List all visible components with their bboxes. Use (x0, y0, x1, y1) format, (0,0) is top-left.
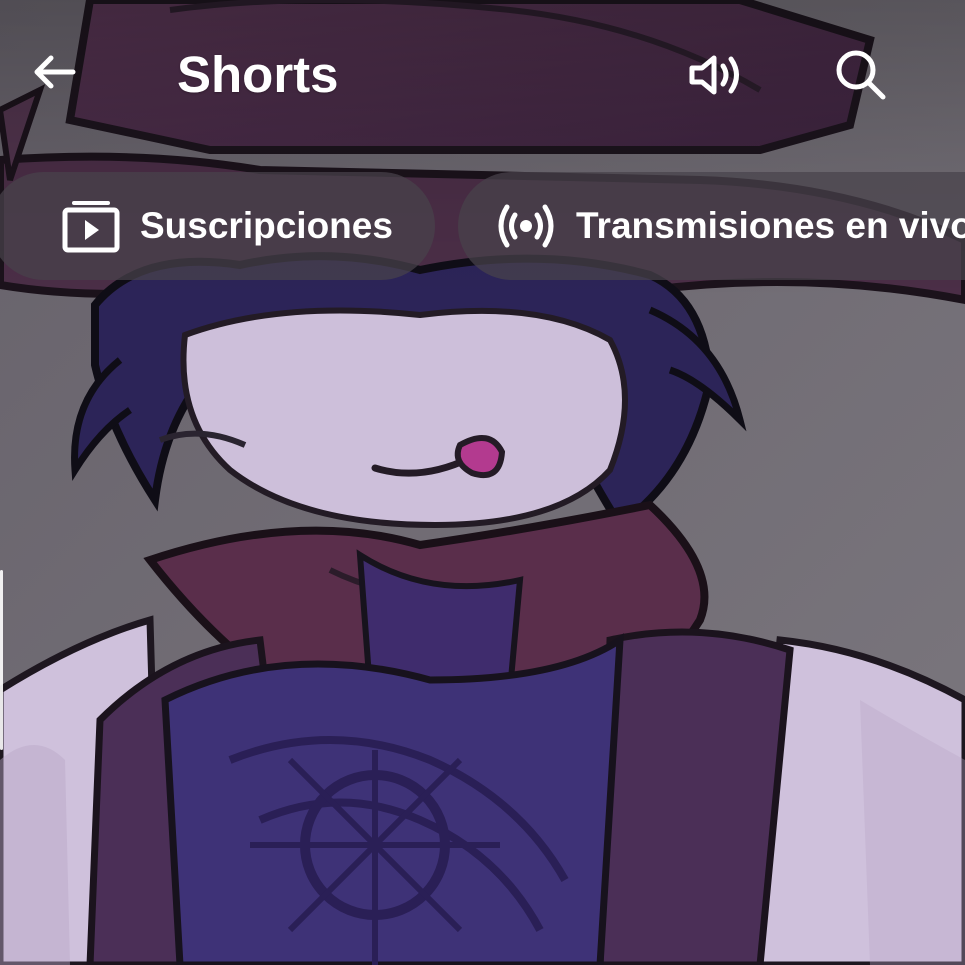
shorts-top-bar: Shorts (0, 0, 965, 150)
shorts-player-screen[interactable]: Shorts Suscripciones Transmisiones en vi… (0, 0, 965, 965)
back-button[interactable] (22, 42, 86, 106)
live-broadcast-icon (494, 194, 558, 258)
arrow-left-icon (26, 44, 82, 105)
live-broadcast-chip[interactable]: Transmisiones en vivo (458, 172, 965, 280)
sound-button[interactable] (675, 38, 753, 116)
live-broadcast-chip-label: Transmisiones en vivo (576, 205, 965, 246)
subscriptions-icon (60, 195, 122, 257)
subscriptions-chip[interactable]: Suscripciones (0, 172, 435, 280)
page-title: Shorts (177, 46, 339, 103)
left-edge-handle[interactable] (0, 570, 3, 750)
search-icon (829, 43, 893, 112)
subscriptions-chip-label: Suscripciones (140, 205, 393, 246)
volume-icon (680, 41, 748, 114)
search-button[interactable] (822, 38, 900, 116)
